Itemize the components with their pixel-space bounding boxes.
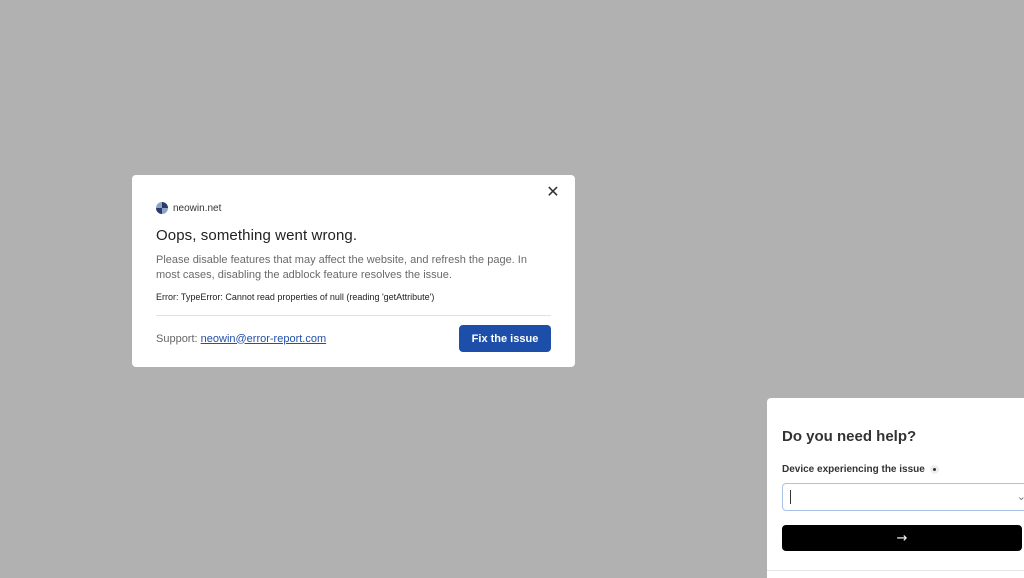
required-indicator-icon <box>929 464 939 474</box>
close-icon[interactable]: ✕ <box>545 184 561 200</box>
submit-button[interactable]: → <box>782 525 1022 551</box>
modal-description: Please disable features that may affect … <box>156 254 527 281</box>
device-label-row: Device experiencing the issue <box>782 463 1024 475</box>
support-label: Support: <box>156 332 201 345</box>
device-label: Device experiencing the issue <box>782 463 925 475</box>
device-select[interactable]: ⌄ <box>782 483 1024 511</box>
neowin-logo-icon <box>156 202 168 214</box>
fix-issue-button[interactable]: Fix the issue <box>459 325 551 352</box>
support-text: Support: neowin@error-report.com <box>156 333 326 345</box>
site-name: neowin.net <box>173 202 222 214</box>
help-panel: Do you need help? Device experiencing th… <box>767 398 1024 578</box>
modal-title: Oops, something went wrong. <box>156 227 358 244</box>
text-caret <box>790 490 791 504</box>
support-email-link[interactable]: neowin@error-report.com <box>201 333 327 345</box>
arrow-right-icon: → <box>896 530 908 546</box>
chevron-down-icon[interactable]: ⌄ <box>1017 490 1024 503</box>
site-header: neowin.net <box>156 199 551 217</box>
error-message: Error: TypeError: Cannot read properties… <box>156 292 435 302</box>
error-modal: ✕ neowin.net Oops, something went wrong.… <box>132 175 575 367</box>
divider <box>156 315 551 316</box>
modal-footer: Support: neowin@error-report.com Fix the… <box>156 325 551 352</box>
panel-divider <box>767 570 1024 571</box>
help-title: Do you need help? <box>782 428 917 445</box>
